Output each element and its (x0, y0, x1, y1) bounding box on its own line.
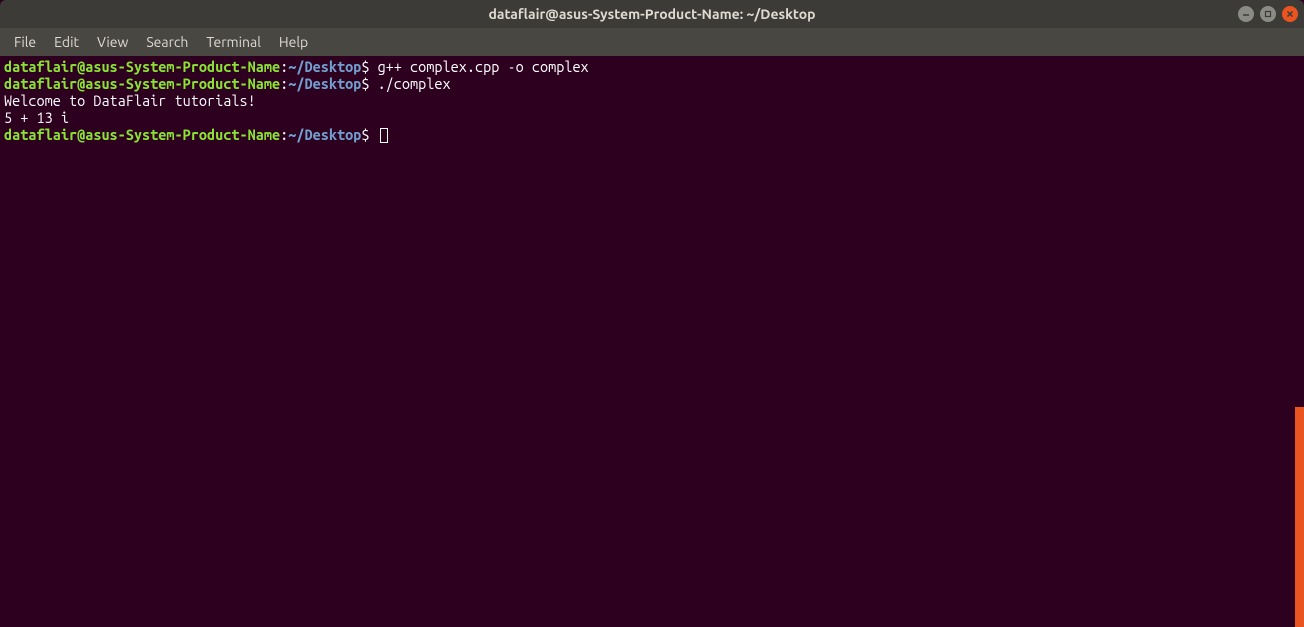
menu-view[interactable]: View (89, 30, 136, 54)
prompt-user: dataflair@asus-System-Product-Name (4, 58, 280, 75)
prompt-path: /Desktop (296, 126, 361, 143)
terminal-output: Welcome to DataFlair tutorials! (4, 92, 1300, 109)
command-text: g++ complex.cpp -o complex (378, 58, 589, 75)
prompt-path: /Desktop (296, 58, 361, 75)
scrollbar-thumb[interactable] (1295, 407, 1304, 627)
prompt-colon: : (280, 126, 288, 143)
menu-terminal[interactable]: Terminal (198, 30, 269, 54)
terminal-body[interactable]: dataflair@asus-System-Product-Name:~/Des… (0, 56, 1304, 627)
prompt-dollar: $ (361, 58, 377, 75)
menu-help[interactable]: Help (271, 30, 316, 54)
prompt-user: dataflair@asus-System-Product-Name (4, 126, 280, 143)
maximize-icon[interactable] (1260, 6, 1276, 22)
prompt-colon: : (280, 75, 288, 92)
terminal-line: dataflair@asus-System-Product-Name:~/Des… (4, 126, 1300, 143)
window-title: dataflair@asus-System-Product-Name: ~/De… (488, 6, 815, 22)
prompt-path: /Desktop (296, 75, 361, 92)
titlebar: dataflair@asus-System-Product-Name: ~/De… (0, 0, 1304, 28)
command-text: ./complex (378, 75, 451, 92)
menubar: File Edit View Search Terminal Help (0, 28, 1304, 56)
menu-search[interactable]: Search (138, 30, 196, 54)
terminal-line: dataflair@asus-System-Product-Name:~/Des… (4, 58, 1300, 75)
menu-file[interactable]: File (6, 30, 44, 54)
terminal-line: dataflair@asus-System-Product-Name:~/Des… (4, 75, 1300, 92)
prompt-dollar: $ (361, 75, 377, 92)
prompt-user: dataflair@asus-System-Product-Name (4, 75, 280, 92)
prompt-dollar: $ (361, 126, 377, 143)
menu-edit[interactable]: Edit (46, 30, 87, 54)
window-controls (1238, 6, 1298, 22)
prompt-colon: : (280, 58, 288, 75)
minimize-icon[interactable] (1238, 6, 1254, 22)
terminal-output: 5 + 13 i (4, 109, 1300, 126)
close-icon[interactable] (1282, 6, 1298, 22)
cursor-icon (380, 128, 388, 143)
